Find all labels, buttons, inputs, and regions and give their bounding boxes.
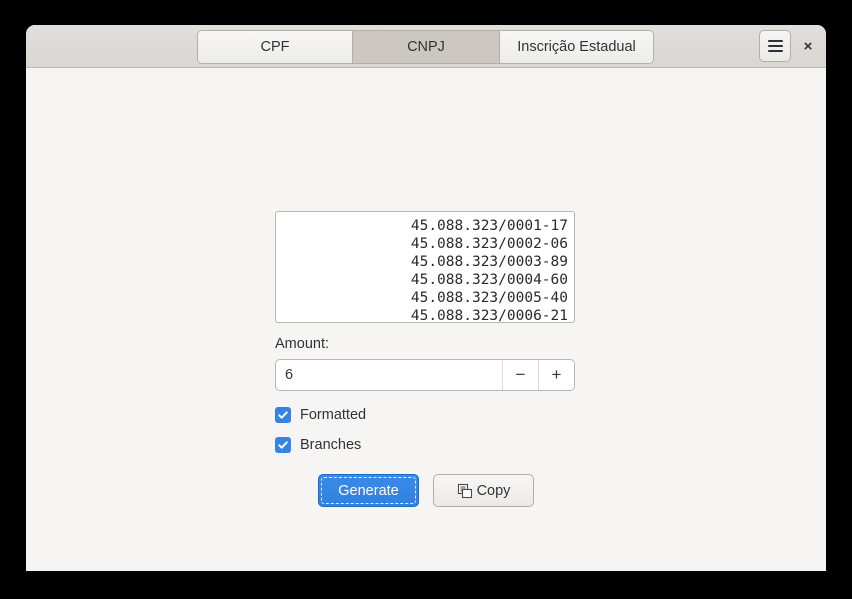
amount-input[interactable] [276,360,502,390]
amount-label: Amount: [275,336,329,352]
generate-button-label: Generate [338,482,399,499]
plus-icon: + [551,365,562,384]
close-button[interactable]: × [797,30,819,62]
results-textview[interactable]: 45.088.323/0001-17 45.088.323/0002-06 45… [275,211,575,323]
result-line: 45.088.323/0002-06 [410,236,568,252]
amount-increment-button[interactable]: + [538,360,574,390]
action-button-row: Generate Copy [275,474,577,507]
content-area: 45.088.323/0001-17 45.088.323/0002-06 45… [26,68,826,570]
close-icon: × [803,37,813,55]
branches-checkbox[interactable] [275,437,291,453]
minus-icon: − [515,365,526,384]
amount-stepper: − + [275,359,575,391]
result-line: 45.088.323/0001-17 [410,218,568,234]
tab-cpf[interactable]: CPF [198,31,353,63]
hamburger-menu-button[interactable] [759,30,791,62]
branches-label: Branches [300,437,362,453]
generate-button[interactable]: Generate [318,474,419,507]
amount-decrement-button[interactable]: − [502,360,538,390]
result-line: 45.088.323/0003-89 [410,254,568,270]
copy-button[interactable]: Copy [433,474,534,507]
headerbar: CPF CNPJ Inscrição Estadual × [26,25,826,68]
generator-form: 45.088.323/0001-17 45.088.323/0002-06 45… [275,211,577,507]
tab-cnpj-label: CNPJ [407,39,445,55]
formatted-checkbox[interactable] [275,407,291,423]
copy-icon [457,483,472,498]
tab-cpf-label: CPF [260,39,290,55]
copy-button-label: Copy [476,482,511,499]
tab-group: CPF CNPJ Inscrição Estadual [197,30,654,64]
formatted-checkbox-row[interactable]: Formatted [275,407,577,423]
tab-cnpj[interactable]: CNPJ [353,31,500,63]
checkmark-icon [278,441,288,449]
hamburger-icon [767,38,783,55]
branches-checkbox-row[interactable]: Branches [275,437,577,453]
tab-inscricao-estadual[interactable]: Inscrição Estadual [500,31,653,63]
app-window: CPF CNPJ Inscrição Estadual × 45.088.323… [26,25,826,571]
result-line: 45.088.323/0006-21 [410,308,568,323]
result-line: 45.088.323/0004-60 [410,272,568,288]
tab-inscricao-estadual-label: Inscrição Estadual [517,39,636,55]
formatted-label: Formatted [300,407,367,423]
result-line: 45.088.323/0005-40 [410,290,568,306]
checkmark-icon [278,411,288,419]
